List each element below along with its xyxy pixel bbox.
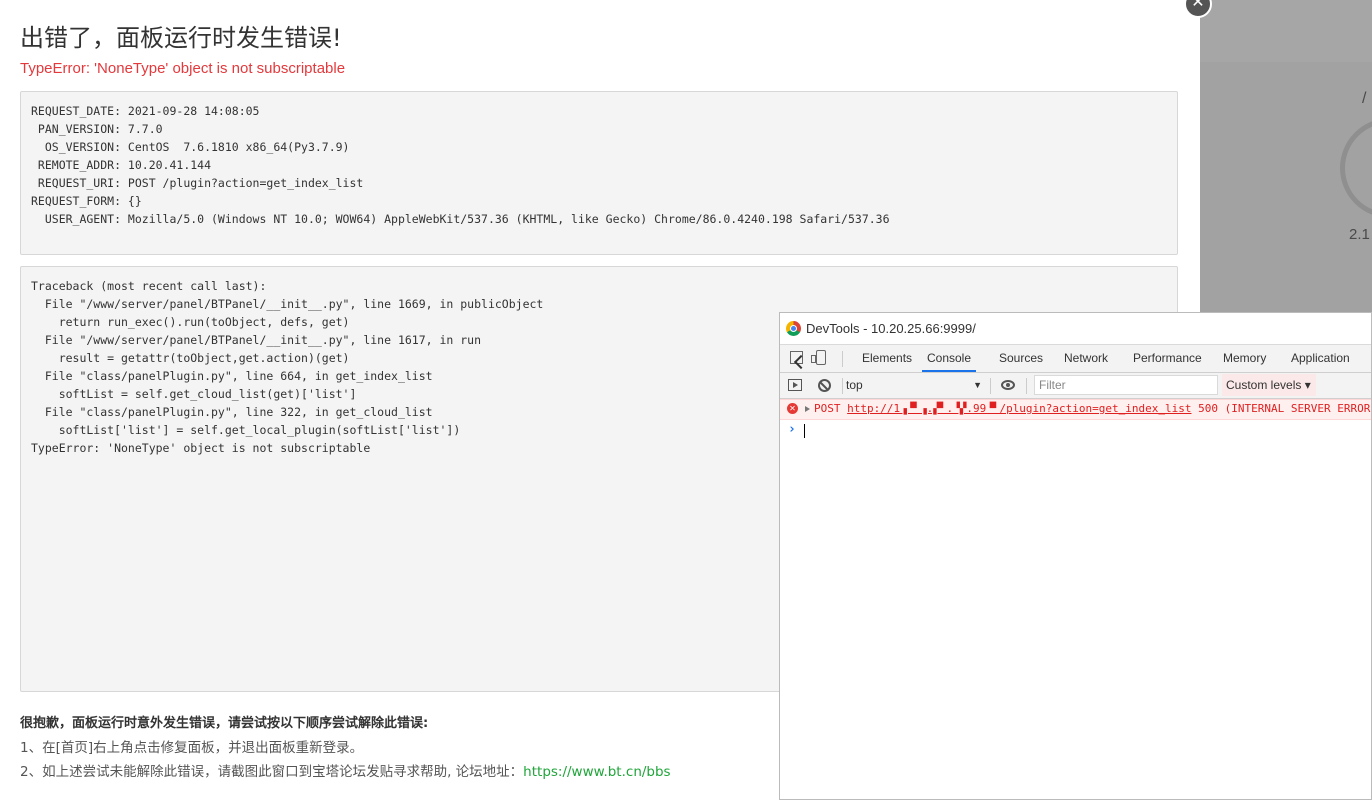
prompt-chevron-icon: › (788, 422, 796, 437)
console-prompt[interactable]: › (780, 420, 1371, 440)
request-info-line: PAN_VERSION: 7.7.0 (31, 122, 163, 136)
error-message: TypeError: 'NoneType' object is not subs… (20, 60, 346, 77)
devtools-window: DevTools - 10.20.25.66:9999/ Elements Co… (779, 312, 1372, 800)
request-info-line: REQUEST_URI: POST /plugin?action=get_ind… (31, 176, 364, 190)
filter-input[interactable] (1034, 375, 1218, 395)
background-text-bottom: 2.1 (1349, 226, 1370, 243)
expand-triangle-icon[interactable] (805, 406, 810, 412)
chevron-down-icon: ▼ (973, 380, 982, 390)
inspect-element-icon[interactable] (790, 351, 803, 364)
context-value: top (846, 378, 863, 392)
request-info-line: OS_VERSION: CentOS 7.6.1810 x86_64(Py3.7… (31, 140, 350, 154)
tab-application[interactable]: Application (1289, 345, 1352, 372)
error-text: POST http://1▗▝▘▗.▞▘.▝▞.99▝▘/plugin?acti… (814, 402, 1372, 415)
chrome-logo-icon (786, 321, 801, 336)
help-step-2-text: 2、如上述尝试未能解除此错误，请截图此窗口到宝塔论坛发贴寻求帮助, 论坛地址： (20, 764, 524, 780)
tab-memory[interactable]: Memory (1221, 345, 1268, 372)
tab-sources[interactable]: Sources (997, 345, 1045, 372)
log-levels-select[interactable]: Custom levels ▾ (1222, 374, 1316, 396)
console-output: ✕ POST http://1▗▝▘▗.▞▘.▝▞.99▝▘/plugin?ac… (780, 399, 1371, 799)
forum-link[interactable]: https://www.bt.cn/bbs (523, 764, 670, 780)
request-info-box: REQUEST_DATE: 2021-09-28 14:08:05 PAN_VE… (20, 91, 1178, 255)
error-status: 500 (INTERNAL SERVER ERROR) (1198, 402, 1372, 415)
text-caret (804, 424, 805, 438)
request-info-line: USER_AGENT: Mozilla/5.0 (Windows NT 10.0… (31, 212, 890, 226)
tab-separator (842, 351, 843, 367)
toolbar-separator (842, 378, 843, 394)
error-url-link[interactable]: http://1▗▝▘▗.▞▘.▝▞.99▝▘/plugin?action=ge… (847, 402, 1191, 415)
background-header (1200, 0, 1372, 63)
devtools-title: DevTools - 10.20.25.66:9999/ (806, 321, 976, 336)
error-method: POST (814, 402, 841, 415)
tab-performance[interactable]: Performance (1131, 345, 1204, 372)
request-info-line: REMOTE_ADDR: 10.20.41.144 (31, 158, 212, 172)
request-info-line: REQUEST_DATE: 2021-09-28 14:08:05 (31, 104, 260, 118)
context-select[interactable]: top ▼ (846, 375, 982, 395)
toolbar-separator (990, 378, 991, 394)
tab-network[interactable]: Network (1062, 345, 1110, 372)
eye-icon[interactable] (1001, 380, 1015, 390)
device-toolbar-icon[interactable] (811, 350, 826, 365)
error-icon: ✕ (787, 403, 798, 414)
devtools-titlebar: DevTools - 10.20.25.66:9999/ (780, 313, 1371, 345)
console-toolbar: top ▼ Custom levels ▾ (780, 373, 1371, 399)
background-text-top: / (1362, 90, 1367, 107)
request-info-line: REQUEST_FORM: {} (31, 194, 142, 208)
traceback-line: Traceback (most recent call last): (31, 279, 267, 293)
help-step-1: 1、在[首页]右上角点击修复面板，并退出面板重新登录。 (20, 740, 364, 756)
tab-elements[interactable]: Elements (860, 345, 914, 372)
traceback-line: File "/www/server/panel/BTPanel/__init__… (31, 297, 544, 311)
sidebar-toggle-icon[interactable] (788, 379, 802, 391)
clear-console-icon[interactable] (818, 379, 831, 392)
tab-console[interactable]: Console (922, 345, 976, 372)
toolbar-separator (1026, 378, 1027, 394)
devtools-tabbar: Elements Console Sources Network Perform… (780, 345, 1371, 373)
page-title: 出错了，面板运行时发生错误! (20, 24, 342, 52)
console-error-row[interactable]: ✕ POST http://1▗▝▘▗.▞▘.▝▞.99▝▘/plugin?ac… (780, 399, 1371, 420)
help-title: 很抱歉，面板运行时意外发生错误，请尝试按以下顺序尝试解除此错误: (20, 716, 429, 731)
help-step-2: 2、如上述尝试未能解除此错误，请截图此窗口到宝塔论坛发贴寻求帮助, 论坛地址：h… (20, 760, 671, 780)
